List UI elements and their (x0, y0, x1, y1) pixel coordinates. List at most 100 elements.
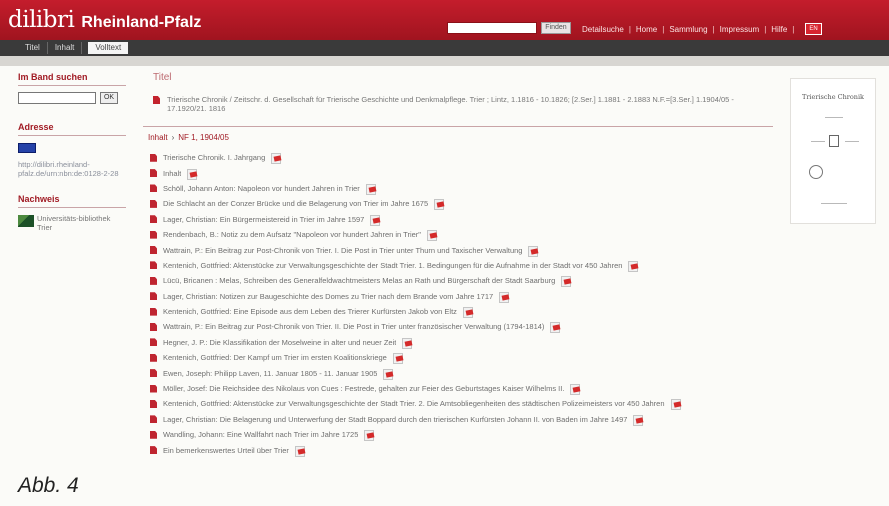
contents-entry[interactable]: Lager, Christian: Notizen zur Baugeschic… (150, 289, 773, 304)
nav-detailsuche[interactable]: Detailsuche (582, 25, 624, 34)
entry-title[interactable]: Kentenich, Gottfried: Eine Episode aus d… (163, 307, 457, 316)
pdf-icon[interactable] (402, 337, 413, 349)
contents-list: Trierische Chronik. I. Jahrgang Inhalt S… (150, 150, 773, 458)
document-icon (150, 169, 157, 178)
entry-title[interactable]: Ein bemerkenswertes Urteil über Trier (163, 446, 289, 455)
entry-title[interactable]: Lücü, Bricanen : Melas, Schreiben des Ge… (163, 276, 555, 285)
pdf-icon[interactable] (426, 230, 437, 242)
top-search-button[interactable]: Finden (541, 22, 571, 34)
contents-entry[interactable]: Kentenich, Gottfried: Aktenstücke zur Ve… (150, 396, 773, 411)
entry-title[interactable]: Schöll, Johann Anton: Napoleon vor hunde… (163, 184, 360, 193)
pdf-icon[interactable] (271, 153, 282, 165)
contents-breadcrumb: Inhalt › NF 1, 1904/05 (148, 133, 773, 142)
pdf-icon[interactable] (499, 291, 510, 303)
document-icon (150, 415, 157, 424)
contents-entry[interactable]: Wattrain, P.: Ein Beitrag zur Post-Chron… (150, 319, 773, 334)
document-icon (150, 292, 157, 301)
contents-entry[interactable]: Möller, Josef: Die Reichsidee des Nikola… (150, 381, 773, 396)
tab-inhalt[interactable]: Inhalt (48, 42, 83, 54)
entry-title[interactable]: Lager, Christian: Die Belagerung und Unt… (163, 415, 627, 424)
volume-search-ok-button[interactable]: OK (100, 92, 118, 104)
contents-entry[interactable]: Ewen, Joseph: Philipp Laven, 11. Januar … (150, 365, 773, 380)
nav-impressum[interactable]: Impressum (720, 25, 760, 34)
tab-titel[interactable]: Titel (18, 42, 48, 54)
pdf-icon[interactable] (365, 183, 376, 195)
entry-title[interactable]: Kentenich, Gottfried: Aktenstücke zur Ve… (163, 399, 665, 408)
logo-region: Rheinland-Pfalz (81, 14, 202, 31)
document-icon (150, 384, 157, 393)
pdf-icon[interactable] (670, 399, 681, 411)
pdf-icon[interactable] (628, 260, 639, 272)
address-heading: Adresse (18, 122, 126, 136)
document-icon (150, 322, 157, 331)
contents-entry[interactable]: Die Schlacht an der Conzer Brücke und di… (150, 196, 773, 211)
contents-entry[interactable]: Trierische Chronik. I. Jahrgang (150, 150, 773, 165)
entry-title[interactable]: Inhalt (163, 169, 181, 178)
language-badge[interactable]: EN (805, 23, 822, 35)
document-icon (150, 338, 157, 347)
volume-search-input[interactable] (18, 92, 96, 104)
thumbnail-seal (809, 165, 823, 179)
bibliography-record: Trierische Chronik / Zeitschr. d. Gesell… (153, 95, 773, 113)
contents-entry[interactable]: Kentenich, Gottfried: Eine Episode aus d… (150, 304, 773, 319)
title-page-thumbnail[interactable]: Trierische Chronik (790, 78, 876, 224)
pdf-icon[interactable] (383, 368, 394, 380)
url-icon (18, 143, 36, 153)
nav-separator: | (628, 24, 631, 34)
entry-title[interactable]: Hegner, J. P.: Die Klassifikation der Mo… (163, 338, 396, 347)
contents-entry[interactable]: Lücü, Bricanen : Melas, Schreiben des Ge… (150, 273, 773, 288)
document-icon (150, 246, 157, 255)
nachweis-item[interactable]: Universitäts-bibliothek Trier (18, 214, 126, 232)
contents-entry[interactable]: Wandling, Johann: Eine Wallfahrt nach Tr… (150, 427, 773, 442)
contents-entry[interactable]: Wattrain, P.: Ein Beitrag zur Post-Chron… (150, 242, 773, 257)
contents-entry[interactable]: Lager, Christian: Die Belagerung und Unt… (150, 412, 773, 427)
entry-title[interactable]: Lager, Christian: Ein Bürgermeistereid i… (163, 215, 364, 224)
entry-title[interactable]: Kentenich, Gottfried: Aktenstücke zur Ve… (163, 261, 622, 270)
dilibri-logo[interactable]: dilibri Rheinland-Pfalz (8, 7, 201, 33)
volume-search: OK (18, 92, 126, 104)
entry-title[interactable]: Wattrain, P.: Ein Beitrag zur Post-Chron… (163, 246, 522, 255)
document-icon (150, 153, 157, 162)
nav-sammlung[interactable]: Sammlung (669, 25, 707, 34)
contents-entry[interactable]: Kentenich, Gottfried: Aktenstücke zur Ve… (150, 258, 773, 273)
contents-entry[interactable]: Ein bemerkenswertes Urteil über Trier (150, 442, 773, 457)
pdf-icon[interactable] (633, 414, 644, 426)
nav-home[interactable]: Home (636, 25, 657, 34)
pdf-icon[interactable] (528, 245, 539, 257)
tab-bar: Titel Inhalt Volltext (0, 40, 889, 56)
entry-title[interactable]: Ewen, Joseph: Philipp Laven, 11. Januar … (163, 369, 377, 378)
nav-hilfe[interactable]: Hilfe (771, 25, 787, 34)
contents-entry[interactable]: Inhalt (150, 165, 773, 180)
contents-entry[interactable]: Lager, Christian: Ein Bürgermeistereid i… (150, 212, 773, 227)
document-icon (150, 369, 157, 378)
entry-title[interactable]: Lager, Christian: Notizen zur Baugeschic… (163, 292, 493, 301)
contents-entry[interactable]: Kentenich, Gottfried: Der Kampf um Trier… (150, 350, 773, 365)
pdf-icon[interactable] (550, 322, 561, 334)
pdf-icon[interactable] (364, 430, 375, 442)
pdf-icon[interactable] (462, 307, 473, 319)
bibliography-text: Trierische Chronik / Zeitschr. d. Gesell… (167, 95, 734, 113)
entry-title[interactable]: Rendenbach, B.: Notiz zu dem Aufsatz "Na… (163, 230, 421, 239)
contents-entry[interactable]: Schöll, Johann Anton: Napoleon vor hunde… (150, 181, 773, 196)
thumbnail-figure (829, 135, 839, 147)
tab-volltext[interactable]: Volltext (88, 42, 129, 54)
entry-title[interactable]: Trierische Chronik. I. Jahrgang (163, 153, 265, 162)
pdf-icon[interactable] (294, 445, 305, 457)
entry-title[interactable]: Wattrain, P.: Ein Beitrag zur Post-Chron… (163, 322, 544, 331)
pdf-icon[interactable] (570, 384, 581, 396)
entry-title[interactable]: Die Schlacht an der Conzer Brücke und di… (163, 199, 428, 208)
contents-label[interactable]: Inhalt (148, 133, 168, 142)
pdf-icon[interactable] (187, 168, 198, 180)
address-link[interactable]: http://dilibri.rheinland-pfalz.de/urn:nb… (18, 160, 126, 178)
entry-title[interactable]: Möller, Josef: Die Reichsidee des Nikola… (163, 384, 564, 393)
contents-entry[interactable]: Hegner, J. P.: Die Klassifikation der Mo… (150, 335, 773, 350)
top-search-input[interactable] (447, 22, 537, 34)
pdf-icon[interactable] (434, 199, 445, 211)
entry-title[interactable]: Kentenich, Gottfried: Der Kampf um Trier… (163, 353, 387, 362)
sidebar: Im Band suchen OK Adresse http://dilibri… (18, 72, 126, 232)
pdf-icon[interactable] (392, 353, 403, 365)
pdf-icon[interactable] (561, 276, 572, 288)
entry-title[interactable]: Wandling, Johann: Eine Wallfahrt nach Tr… (163, 430, 358, 439)
pdf-icon[interactable] (370, 214, 381, 226)
contents-entry[interactable]: Rendenbach, B.: Notiz zu dem Aufsatz "Na… (150, 227, 773, 242)
